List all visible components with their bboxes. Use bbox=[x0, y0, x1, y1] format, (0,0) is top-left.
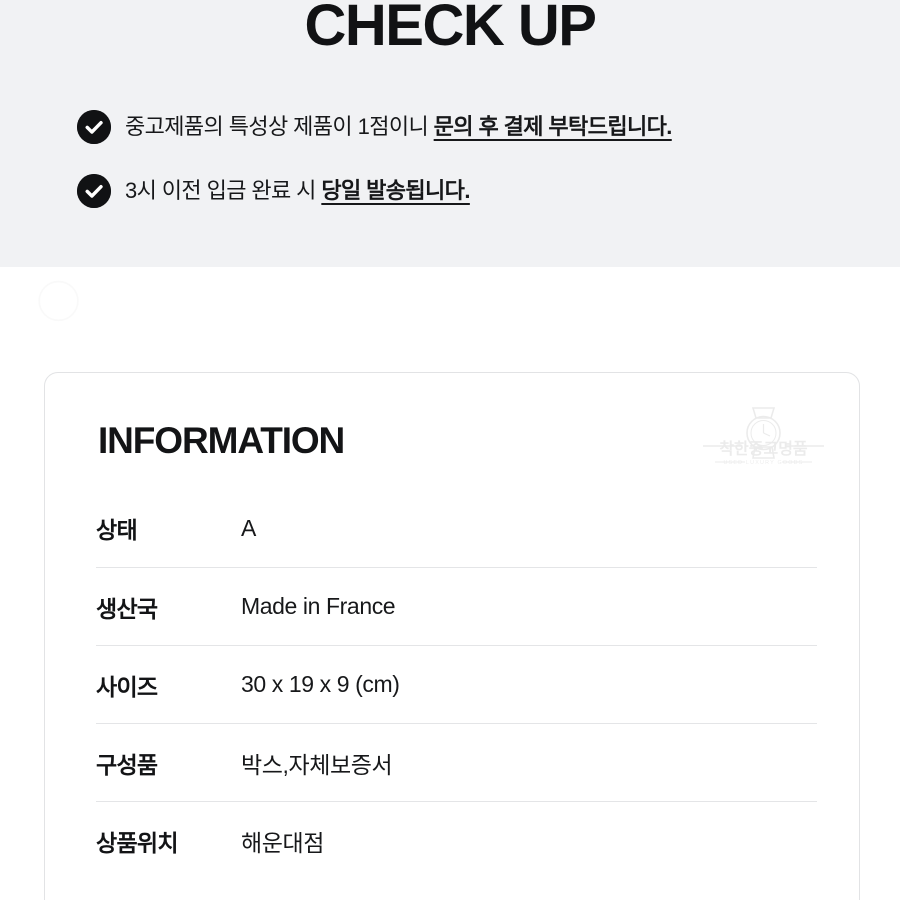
table-row-value: Made in France bbox=[241, 593, 396, 619]
information-card: INFORMATION 착한중고명품 USED LUXURY GOODS 상태 … bbox=[44, 372, 860, 900]
table-row: 구성품 박스,자체보증서 bbox=[96, 723, 817, 801]
list-item-text: 중고제품의 특성상 제품이 1점이니 문의 후 결제 부탁드립니다. bbox=[125, 110, 672, 144]
table-row-value: A bbox=[241, 514, 256, 541]
product-detail-page: CHECK UP 중고제품의 특성상 제품이 1점이니 문의 후 결제 부탁드립… bbox=[0, 0, 900, 900]
check-circle-icon bbox=[77, 174, 111, 208]
table-row-label: 구성품 bbox=[96, 751, 158, 778]
table-row: 생산국 Made in France bbox=[96, 567, 817, 645]
watermark-brand-ko: 착한중고명품 bbox=[719, 439, 808, 458]
watch-logo-icon: 착한중고명품 USED LUXURY GOODS bbox=[701, 402, 826, 474]
table-row-value: 박스,자체보증서 bbox=[241, 751, 393, 778]
watermark-faint-icon bbox=[4, 271, 114, 329]
table-row-value: 30 x 19 x 9 (cm) bbox=[241, 671, 400, 697]
table-row: 사이즈 30 x 19 x 9 (cm) bbox=[96, 645, 817, 723]
watermark-brand-en: USED LUXURY GOODS bbox=[723, 460, 803, 466]
list-item-text-plain: 3시 이전 입금 완료 시 bbox=[125, 178, 322, 203]
page-title: CHECK UP bbox=[304, 0, 597, 58]
list-item-text-emphasis: 당일 발송됩니다. bbox=[321, 178, 470, 203]
section-spacer bbox=[0, 267, 900, 372]
list-item: 중고제품의 특성상 제품이 1점이니 문의 후 결제 부탁드립니다. bbox=[77, 104, 877, 150]
table-row-value: 해운대점 bbox=[241, 829, 325, 856]
list-item: 3시 이전 입금 완료 시 당일 발송됩니다. bbox=[77, 168, 877, 214]
table-row-label: 사이즈 bbox=[96, 673, 158, 700]
checkup-list: 중고제품의 특성상 제품이 1점이니 문의 후 결제 부탁드립니다. 3시 이전… bbox=[77, 104, 877, 232]
checkup-section: CHECK UP 중고제품의 특성상 제품이 1점이니 문의 후 결제 부탁드립… bbox=[0, 0, 900, 267]
check-circle-icon bbox=[77, 110, 111, 144]
information-heading: INFORMATION bbox=[98, 420, 345, 461]
information-table: 상태 A 생산국 Made in France 사이즈 30 x 19 x 9 … bbox=[96, 489, 817, 879]
table-row-label: 상태 bbox=[96, 517, 138, 543]
table-row-label: 상품위치 bbox=[96, 829, 179, 856]
list-item-text: 3시 이전 입금 완료 시 당일 발송됩니다. bbox=[125, 174, 470, 208]
table-row-label: 생산국 bbox=[96, 595, 158, 622]
list-item-text-plain: 중고제품의 특성상 제품이 1점이니 bbox=[125, 114, 434, 139]
table-row: 상품위치 해운대점 bbox=[96, 801, 817, 879]
table-row: 상태 A bbox=[96, 489, 817, 567]
list-item-text-emphasis: 문의 후 결제 부탁드립니다. bbox=[433, 114, 673, 139]
